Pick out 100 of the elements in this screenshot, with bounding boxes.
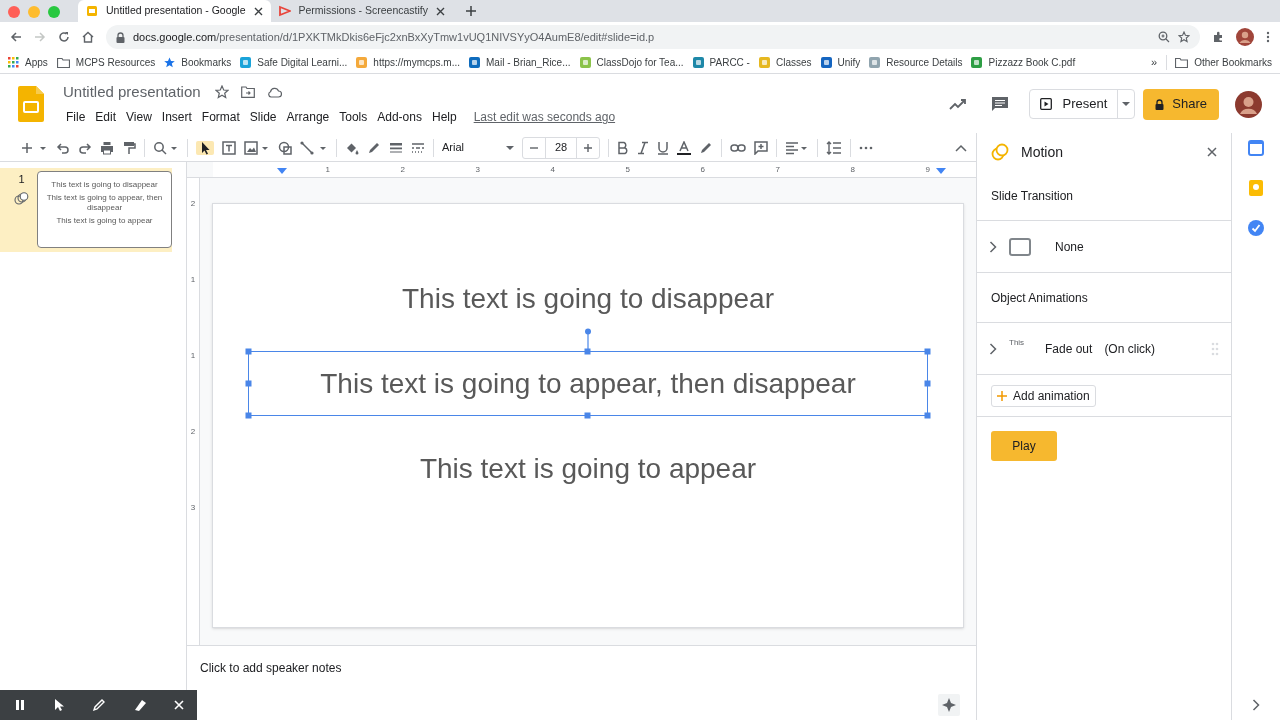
add-comment-icon[interactable] (754, 140, 768, 155)
menu-item[interactable]: Help (426, 107, 462, 128)
play-button[interactable]: Play (991, 431, 1057, 461)
account-avatar-icon[interactable] (1235, 90, 1262, 118)
border-dash-icon[interactable] (411, 140, 425, 155)
animation-row[interactable]: This Fade out (On click) (977, 323, 1231, 375)
back-icon[interactable] (10, 31, 22, 43)
reload-icon[interactable] (58, 31, 70, 43)
slide-canvas[interactable]: This text is going to disappear This text is going to appear, then disappear This text is going to appear (212, 203, 964, 628)
pointer-icon[interactable] (196, 140, 214, 155)
move-folder-icon[interactable] (240, 86, 255, 98)
bookmark-link[interactable]: Safe Digital Learni... (240, 55, 348, 70)
bookmark-link[interactable]: Classes (758, 55, 812, 70)
paint-format-icon[interactable] (122, 140, 136, 155)
resize-handle-icon[interactable] (924, 379, 931, 387)
extensions-icon[interactable] (1212, 31, 1224, 43)
explore-icon[interactable] (938, 694, 960, 716)
border-weight-icon[interactable] (389, 140, 403, 155)
eraser-icon[interactable] (132, 698, 147, 712)
bookmark-link[interactable]: Unify (820, 55, 861, 70)
cloud-icon[interactable] (266, 86, 282, 98)
address-bar[interactable]: docs.google.com/presentation/d/1PXKTMkDkis6eFjc2xnBxXyTmw1vUQ1NIVSYyO4AumE8/edit#slide=id.p (106, 25, 1200, 49)
redo-icon[interactable] (78, 140, 92, 155)
document-title[interactable]: Untitled presentation (61, 80, 203, 104)
menu-item[interactable]: View (121, 107, 157, 128)
image-icon[interactable] (244, 140, 270, 155)
star-icon[interactable] (214, 85, 229, 99)
close-icon[interactable] (1207, 147, 1217, 157)
bookmark-link[interactable]: Pizzazz Book C.pdf (971, 55, 1076, 70)
menu-item[interactable]: Arrange (281, 107, 335, 128)
resize-handle-icon[interactable] (584, 348, 591, 355)
drag-handle-icon[interactable] (1211, 341, 1219, 356)
bookmark-link[interactable]: ClassDojo for Tea... (579, 55, 684, 70)
resize-handle-icon[interactable] (245, 379, 252, 387)
slide-thumbnail-item[interactable]: 1 This text is going to disappear This text is going to appear, then disappear This text is going to appear (0, 168, 172, 252)
indent-marker-icon[interactable] (277, 168, 287, 176)
line-icon[interactable] (300, 140, 328, 155)
text-color-icon[interactable] (677, 140, 691, 155)
activity-trend-icon[interactable] (949, 98, 968, 110)
comment-icon[interactable] (991, 96, 1010, 112)
slide-thumbnail[interactable]: This text is going to disappear This text is going to appear, then disappear This text is going to appear (37, 171, 172, 248)
align-icon[interactable] (785, 140, 809, 155)
font-dropdown[interactable]: Arial (442, 139, 514, 156)
bookmark-link[interactable]: Resource Details (869, 55, 963, 70)
resize-handle-icon[interactable] (584, 412, 591, 419)
avatar-icon[interactable] (1236, 28, 1254, 46)
menu-item[interactable]: Tools (334, 107, 373, 128)
close-icon[interactable] (253, 6, 263, 16)
resize-handle-icon[interactable] (245, 348, 252, 355)
last-edit-link[interactable]: Last edit was seconds ago (473, 108, 616, 127)
bookmark-link[interactable]: https://mymcps.m... (356, 55, 461, 70)
browser-tab[interactable]: Untitled presentation - Google (78, 0, 271, 22)
speaker-notes-field[interactable]: Click to add speaker notes (200, 659, 700, 677)
bookmark-link[interactable]: PARCC - (692, 55, 750, 70)
animation-row[interactable]: None (977, 221, 1231, 273)
close-icon[interactable] (436, 6, 446, 16)
menu-item[interactable]: Insert (156, 107, 197, 128)
italic-icon[interactable] (637, 140, 649, 155)
chevron-right-icon[interactable] (1252, 699, 1260, 711)
menu-item[interactable]: File (61, 107, 91, 128)
shape-icon[interactable] (278, 140, 292, 155)
undo-icon[interactable] (56, 140, 70, 155)
text-box-icon[interactable] (222, 140, 236, 155)
slide-text-box[interactable]: This text is going to appear (248, 436, 928, 501)
pause-icon[interactable] (13, 699, 26, 711)
underline-icon[interactable] (657, 140, 669, 155)
resize-handle-icon[interactable] (924, 412, 931, 419)
more-icon[interactable] (1266, 31, 1270, 43)
new-tab-icon[interactable] (465, 5, 478, 17)
slide-text-box[interactable]: This text is going to disappear (248, 266, 928, 331)
resize-handle-icon[interactable] (924, 348, 931, 355)
zoom-icon[interactable] (153, 140, 179, 155)
bookmark-link[interactable]: Apps (8, 55, 48, 70)
cursor-icon[interactable] (52, 698, 65, 712)
home-icon[interactable] (82, 31, 94, 43)
resize-handle-icon[interactable] (245, 412, 252, 419)
line-spacing-icon[interactable] (826, 140, 842, 155)
more-bookmarks-button[interactable]: » (1151, 54, 1158, 71)
bookmark-link[interactable]: Bookmarks (164, 55, 232, 70)
zoom-icon[interactable] (1158, 31, 1170, 43)
indent-marker-icon[interactable] (936, 168, 946, 176)
tasks-icon[interactable] (1248, 220, 1264, 236)
border-color-icon[interactable] (367, 140, 381, 155)
menu-item[interactable]: Slide (244, 107, 282, 128)
menu-item[interactable]: Format (196, 107, 245, 128)
bold-icon[interactable] (617, 140, 629, 155)
menu-item[interactable]: Add-ons (372, 107, 427, 128)
highlight-icon[interactable] (699, 140, 713, 155)
calendar-icon[interactable] (1248, 140, 1264, 156)
other-bookmarks-link[interactable]: Other Bookmarks (1166, 55, 1272, 70)
add-animation-button[interactable]: Add animation (991, 384, 1096, 407)
new-slide-icon[interactable] (22, 140, 48, 155)
star-icon[interactable] (1178, 31, 1190, 43)
menu-item[interactable]: Edit (90, 107, 122, 128)
bookmark-link[interactable]: MCPS Resources (56, 55, 156, 70)
pen-icon[interactable] (91, 698, 106, 712)
bookmark-link[interactable]: Mail - Brian_Rice... (469, 55, 571, 70)
share-button[interactable]: Share (1143, 88, 1219, 120)
rotate-handle-icon[interactable] (584, 328, 592, 350)
print-icon[interactable] (100, 140, 114, 155)
